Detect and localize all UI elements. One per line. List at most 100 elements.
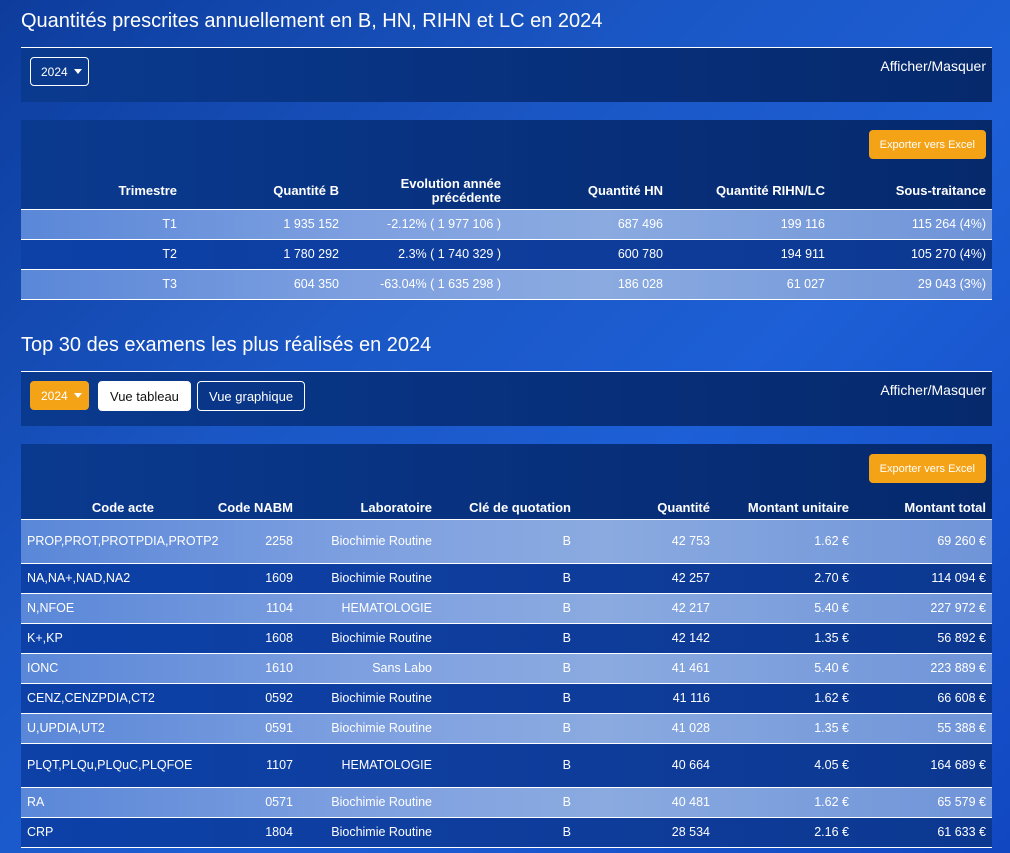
- column-header[interactable]: Quantité: [577, 498, 716, 519]
- table-cell: -2.12% ( 1 977 106 ): [345, 208, 507, 239]
- table-cell: 1609: [160, 562, 299, 593]
- table-cell: 41 028: [577, 712, 716, 743]
- table-cell: 29 043 (3%): [831, 268, 992, 300]
- dashboard-page: Quantités prescrites annuellement en B, …: [0, 0, 1010, 853]
- section2-year-select[interactable]: 2024: [30, 381, 89, 410]
- table-cell: NA,NA+,NAD,NA2: [21, 562, 160, 593]
- table-cell: Biochimie Routine: [299, 816, 438, 848]
- section2-table-body: PROP,PROT,PROTPDIA,PROTP2 2258 Biochimie…: [21, 518, 992, 848]
- column-header[interactable]: Clé de quotation: [438, 498, 577, 519]
- section2-table: Code acte Code NABM Laboratoire Clé de q…: [21, 498, 992, 848]
- table-cell: 56 892 €: [855, 622, 992, 653]
- table-cell: IONC: [21, 652, 160, 683]
- table-row: RA 0571 Biochimie Routine B 40 481 1.62 …: [21, 786, 992, 817]
- table-cell: 227 972 €: [855, 592, 992, 623]
- table-cell: HEMATOLOGIE: [299, 592, 438, 623]
- table-cell: 604 350: [183, 268, 345, 300]
- table-cell: 0591: [160, 712, 299, 743]
- table-cell: 69 260 €: [855, 518, 992, 563]
- table-cell: 4.05 €: [716, 742, 855, 787]
- chart-view-button[interactable]: Vue graphique: [197, 381, 306, 411]
- section2-filter-bar: 2024 Vue tableau Vue graphique Afficher/…: [21, 371, 992, 426]
- table-cell: 1804: [160, 816, 299, 848]
- table-row: CENZ,CENZPDIA,CT2 0592 Biochimie Routine…: [21, 682, 992, 713]
- table-cell: 199 116: [669, 208, 831, 239]
- table-cell: 105 270 (4%): [831, 238, 992, 269]
- table-row: K+,KP 1608 Biochimie Routine B 42 142 1.…: [21, 622, 992, 653]
- table-cell: T3: [21, 268, 183, 300]
- table-cell: RA: [21, 786, 160, 817]
- table-cell: B: [438, 622, 577, 653]
- table-cell: CENZ,CENZPDIA,CT2: [21, 682, 160, 713]
- section1-header-row: Trimestre Quantité B Evolution année pré…: [21, 174, 992, 209]
- table-view-button[interactable]: Vue tableau: [98, 381, 191, 411]
- section1-year-select[interactable]: 2024: [30, 57, 89, 86]
- table-cell: 223 889 €: [855, 652, 992, 683]
- table-cell: 0571: [160, 786, 299, 817]
- table-cell: 1.62 €: [716, 518, 855, 563]
- column-header[interactable]: Trimestre: [21, 174, 183, 209]
- table-row: T2 1 780 292 2.3% ( 1 740 329 ) 600 780 …: [21, 238, 992, 269]
- column-header[interactable]: Quantité B: [183, 174, 345, 209]
- section2-header-row: Code acte Code NABM Laboratoire Clé de q…: [21, 498, 992, 519]
- table-row: CRP 1804 Biochimie Routine B 28 534 2.16…: [21, 816, 992, 848]
- column-header[interactable]: Evolution année précédente: [345, 174, 507, 209]
- table-row: T1 1 935 152 -2.12% ( 1 977 106 ) 687 49…: [21, 208, 992, 239]
- table-cell: 40 664: [577, 742, 716, 787]
- table-cell: 115 264 (4%): [831, 208, 992, 239]
- table-row: T3 604 350 -63.04% ( 1 635 298 ) 186 028…: [21, 268, 992, 300]
- table-cell: T1: [21, 208, 183, 239]
- table-cell: 5.40 €: [716, 592, 855, 623]
- table-cell: 66 608 €: [855, 682, 992, 713]
- table-row: IONC 1610 Sans Labo B 41 461 5.40 € 223 …: [21, 652, 992, 683]
- table-cell: 1610: [160, 652, 299, 683]
- section1-export-bar: Exporter vers Excel: [21, 120, 992, 174]
- table-cell: 114 094 €: [855, 562, 992, 593]
- table-cell: N,NFOE: [21, 592, 160, 623]
- table-cell: 687 496: [507, 208, 669, 239]
- table-cell: 42 217: [577, 592, 716, 623]
- table-row: PROP,PROT,PROTPDIA,PROTP2 2258 Biochimie…: [21, 518, 992, 563]
- table-cell: Biochimie Routine: [299, 682, 438, 713]
- section1-year-value: 2024: [41, 64, 68, 79]
- section1-table-panel: Exporter vers Excel Trimestre Quantité B…: [21, 120, 992, 300]
- table-cell: PROP,PROT,PROTPDIA,PROTP2: [21, 518, 218, 563]
- table-cell: 28 534: [577, 816, 716, 848]
- table-cell: Biochimie Routine: [299, 622, 438, 653]
- section1-table: Trimestre Quantité B Evolution année pré…: [21, 174, 992, 300]
- column-header[interactable]: Sous-traitance: [831, 174, 992, 209]
- section2-export-button[interactable]: Exporter vers Excel: [868, 454, 986, 483]
- table-cell: B: [438, 652, 577, 683]
- column-header[interactable]: Quantité HN: [507, 174, 669, 209]
- table-cell: 1.35 €: [716, 712, 855, 743]
- column-header[interactable]: Montant total: [855, 498, 992, 519]
- table-cell: 186 028: [507, 268, 669, 300]
- chevron-down-icon: [73, 393, 82, 398]
- column-header[interactable]: Quantité RIHN/LC: [669, 174, 831, 209]
- table-cell: K+,KP: [21, 622, 160, 653]
- table-cell: CRP: [21, 816, 160, 848]
- table-cell: 42 142: [577, 622, 716, 653]
- table-row: NA,NA+,NAD,NA2 1609 Biochimie Routine B …: [21, 562, 992, 593]
- column-header[interactable]: Code NABM: [160, 498, 299, 519]
- table-cell: Biochimie Routine: [299, 786, 438, 817]
- column-header[interactable]: Laboratoire: [299, 498, 438, 519]
- section2-toggle-link[interactable]: Afficher/Masquer: [880, 382, 986, 398]
- table-cell: 2.16 €: [716, 816, 855, 848]
- table-cell: 2.3% ( 1 740 329 ): [345, 238, 507, 269]
- table-row: PLQT,PLQu,PLQuC,PLQFOE 1107 HEMATOLOGIE …: [21, 742, 992, 787]
- table-cell: Biochimie Routine: [299, 518, 438, 563]
- column-header[interactable]: Montant unitaire: [716, 498, 855, 519]
- section2-year-value: 2024: [41, 388, 68, 403]
- section2-table-panel: Exporter vers Excel Code acte Code NABM …: [21, 444, 992, 848]
- table-cell: B: [438, 786, 577, 817]
- table-cell: 1.62 €: [716, 682, 855, 713]
- table-cell: B: [438, 712, 577, 743]
- table-cell: B: [438, 682, 577, 713]
- table-cell: HEMATOLOGIE: [299, 742, 438, 787]
- table-cell: 1 780 292: [183, 238, 345, 269]
- column-header[interactable]: Code acte: [21, 498, 160, 519]
- table-cell: 41 116: [577, 682, 716, 713]
- section1-toggle-link[interactable]: Afficher/Masquer: [880, 58, 986, 74]
- section1-export-button[interactable]: Exporter vers Excel: [868, 130, 986, 159]
